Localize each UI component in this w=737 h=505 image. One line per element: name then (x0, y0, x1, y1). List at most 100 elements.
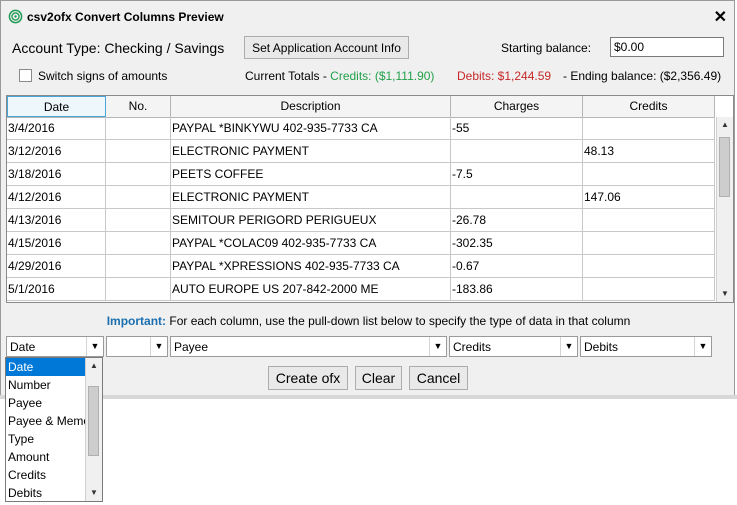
table-cell-credits (583, 255, 715, 277)
table-cell-credits: 48.13 (583, 140, 715, 162)
scroll-thumb[interactable] (719, 137, 730, 197)
table-cell-charges (451, 140, 583, 162)
close-icon[interactable]: ✕ (714, 7, 727, 27)
column-type-value: Debits (584, 340, 619, 354)
column-type-value: Credits (453, 340, 492, 354)
table-cell-number (106, 278, 171, 300)
column-type-select-charges[interactable]: Credits ▼ (449, 336, 578, 357)
chevron-down-icon[interactable]: ▼ (694, 337, 711, 356)
switch-signs-label: Switch signs of amounts (38, 69, 168, 83)
table-cell-description: PAYPAL *BINKYWU 402-935-7733 CA (171, 117, 451, 139)
table-cell-description: AUTO EUROPE US 207-842-2000 ME (171, 278, 451, 300)
set-account-info-button[interactable]: Set Application Account Info (244, 36, 409, 59)
table-cell-charges: -183.86 (451, 278, 583, 300)
table-cell-credits (583, 163, 715, 185)
table-scrollbar[interactable]: ▲ ▼ (716, 117, 733, 302)
table-cell-charges: -26.78 (451, 209, 583, 231)
table-cell-number (106, 117, 171, 139)
window-title: csv2ofx Convert Columns Preview (27, 10, 224, 24)
column-header-credits[interactable]: Credits (583, 96, 715, 117)
table-cell-charges: -7.5 (451, 163, 583, 185)
column-type-value: Date (10, 340, 36, 354)
table-cell-number (106, 186, 171, 208)
starting-balance-label: Starting balance: (501, 41, 592, 55)
table-cell-date: 4/13/2016 (7, 209, 106, 231)
table-cell-charges (451, 186, 583, 208)
table-cell-credits (583, 117, 715, 139)
chevron-down-icon[interactable]: ▼ (429, 337, 446, 356)
column-type-select-description[interactable]: Payee ▼ (170, 336, 447, 357)
table-cell-number (106, 255, 171, 277)
preview-table: Date No. Description Charges Credits 3/4… (6, 95, 734, 303)
dropdown-scrollbar[interactable]: ▲ ▼ (85, 358, 102, 501)
table-row[interactable]: 3/18/2016 PEETS COFFEE -7.5 (7, 163, 715, 186)
important-text: For each column, use the pull-down list … (166, 314, 631, 328)
column-header-charges[interactable]: Charges (451, 96, 583, 117)
table-cell-credits (583, 209, 715, 231)
ending-balance: - Ending balance: ($2,356.49) (563, 69, 722, 83)
table-cell-charges: -55 (451, 117, 583, 139)
table-cell-charges: -302.35 (451, 232, 583, 254)
chevron-down-icon[interactable]: ▼ (560, 337, 577, 356)
table-row[interactable]: 5/1/2016 AUTO EUROPE US 207-842-2000 ME -1… (7, 278, 715, 301)
dialog-window: csv2ofx Convert Columns Preview ✕ Accoun… (0, 0, 735, 397)
table-header: Date No. Description Charges Credits (7, 96, 715, 118)
table-cell-date: 4/15/2016 (7, 232, 106, 254)
scroll-down-icon[interactable]: ▼ (86, 485, 102, 501)
column-type-select-credits[interactable]: Debits ▼ (580, 336, 712, 357)
scroll-up-icon[interactable]: ▲ (717, 117, 733, 133)
table-body: 3/4/2016 PAYPAL *BINKYWU 402-935-7733 CA -… (7, 117, 715, 301)
window-shadow (0, 395, 737, 399)
table-cell-description: SEMITOUR PERIGORD PERIGUEUX (171, 209, 451, 231)
table-row[interactable]: 3/12/2016 ELECTRONIC PAYMENT 48.13 (7, 140, 715, 163)
table-cell-date: 3/4/2016 (7, 117, 106, 139)
table-row[interactable]: 4/15/2016 PAYPAL *COLAC09 402-935-7733 CA… (7, 232, 715, 255)
table-cell-credits (583, 232, 715, 254)
table-row[interactable]: 4/29/2016 PAYPAL *XPRESSIONS 402-935-7733… (7, 255, 715, 278)
table-row[interactable]: 4/13/2016 SEMITOUR PERIGORD PERIGUEUX -26.… (7, 209, 715, 232)
chevron-down-icon[interactable]: ▼ (150, 337, 167, 356)
title-bar: csv2ofx Convert Columns Preview ✕ (1, 1, 734, 32)
table-cell-description: ELECTRONIC PAYMENT (171, 140, 451, 162)
credits-total: Credits: ($1,111.90) (330, 69, 435, 83)
starting-balance-input[interactable] (610, 37, 724, 57)
chevron-down-icon[interactable]: ▼ (86, 337, 103, 356)
debits-total: Debits: $1,244.59 (457, 69, 552, 83)
table-cell-date: 3/12/2016 (7, 140, 106, 162)
scroll-up-icon[interactable]: ▲ (86, 358, 102, 374)
column-type-dropdown-list[interactable]: Date Number Payee Payee & Memo Type Amount Cre… (5, 357, 103, 502)
table-cell-credits (583, 278, 715, 300)
table-cell-charges: -0.67 (451, 255, 583, 277)
column-header-number[interactable]: No. (106, 96, 171, 117)
current-totals-label: Current Totals - Credits: ($1,111.90) (245, 69, 435, 83)
table-cell-number (106, 232, 171, 254)
table-row[interactable]: 4/12/2016 ELECTRONIC PAYMENT 147.06 (7, 186, 715, 209)
column-type-select-date[interactable]: Date ▼ (6, 336, 104, 357)
important-label: Important: (106, 314, 167, 328)
important-note: Important: For each column, use the pull… (1, 314, 736, 328)
switch-signs-checkbox[interactable] (19, 69, 32, 82)
column-header-description[interactable]: Description (171, 96, 451, 117)
column-header-date[interactable]: Date (7, 96, 106, 117)
table-cell-date: 4/29/2016 (7, 255, 106, 277)
column-type-select-number[interactable]: ▼ (106, 336, 168, 357)
account-type-label: Account Type: Checking / Savings (12, 40, 225, 56)
table-cell-description: PAYPAL *XPRESSIONS 402-935-7733 CA (171, 255, 451, 277)
table-cell-date: 5/1/2016 (7, 278, 106, 300)
table-cell-credits: 147.06 (583, 186, 715, 208)
scroll-thumb[interactable] (88, 386, 99, 456)
scroll-down-icon[interactable]: ▼ (717, 286, 733, 302)
create-ofx-button[interactable]: Create ofx (268, 366, 348, 390)
table-row[interactable]: 3/4/2016 PAYPAL *BINKYWU 402-935-7733 CA -… (7, 117, 715, 140)
table-cell-description: PEETS COFFEE (171, 163, 451, 185)
table-cell-number (106, 140, 171, 162)
table-cell-number (106, 209, 171, 231)
table-cell-date: 4/12/2016 (7, 186, 106, 208)
clear-button[interactable]: Clear (355, 366, 402, 390)
cancel-button[interactable]: Cancel (409, 366, 468, 390)
table-cell-description: ELECTRONIC PAYMENT (171, 186, 451, 208)
table-cell-description: PAYPAL *COLAC09 402-935-7733 CA (171, 232, 451, 254)
table-cell-number (106, 163, 171, 185)
table-cell-date: 3/18/2016 (7, 163, 106, 185)
column-type-value: Payee (174, 340, 209, 354)
